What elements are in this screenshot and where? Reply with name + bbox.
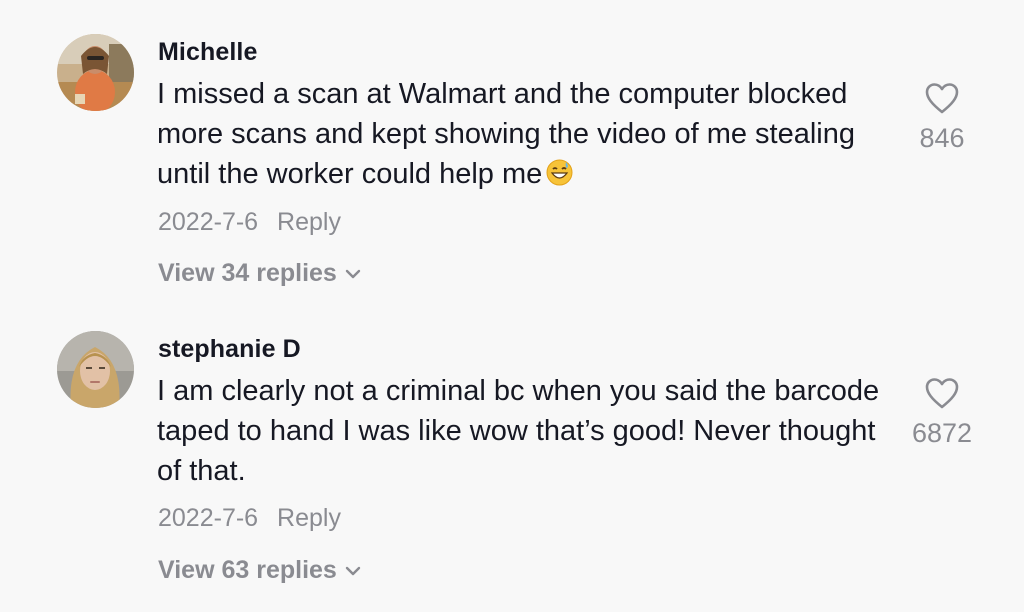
- reply-button[interactable]: Reply: [277, 504, 341, 532]
- reply-button[interactable]: Reply: [277, 208, 341, 236]
- comment-meta: 2022-7-6 Reply: [158, 504, 341, 533]
- view-replies-button[interactable]: View 34 replies: [158, 259, 361, 288]
- comment-text: I missed a scan at Walmart and the compu…: [157, 78, 856, 190]
- view-replies-label: View 63 replies: [158, 556, 337, 584]
- comment-date: 2022-7-6: [158, 504, 259, 532]
- comment-date: 2022-7-6: [158, 208, 259, 236]
- avatar[interactable]: [57, 331, 134, 408]
- heart-icon[interactable]: [924, 82, 960, 115]
- chevron-down-icon: [345, 566, 361, 576]
- like-count: 846: [919, 123, 965, 153]
- comment-text: I am clearly not a criminal bc when you …: [157, 375, 880, 487]
- like-group: 846: [897, 82, 987, 154]
- view-replies-label: View 34 replies: [158, 259, 337, 287]
- username[interactable]: Michelle: [158, 38, 257, 67]
- username[interactable]: stephanie D: [158, 335, 301, 364]
- avatar[interactable]: [57, 34, 134, 111]
- view-replies-button[interactable]: View 63 replies: [158, 556, 361, 585]
- comment-meta: 2022-7-6 Reply: [158, 208, 341, 237]
- like-group: 6872: [897, 377, 987, 449]
- heart-icon[interactable]: [924, 377, 960, 410]
- like-count: 6872: [911, 418, 973, 448]
- grinning-sweat-emoji-icon: [546, 157, 573, 186]
- chevron-down-icon: [345, 269, 361, 279]
